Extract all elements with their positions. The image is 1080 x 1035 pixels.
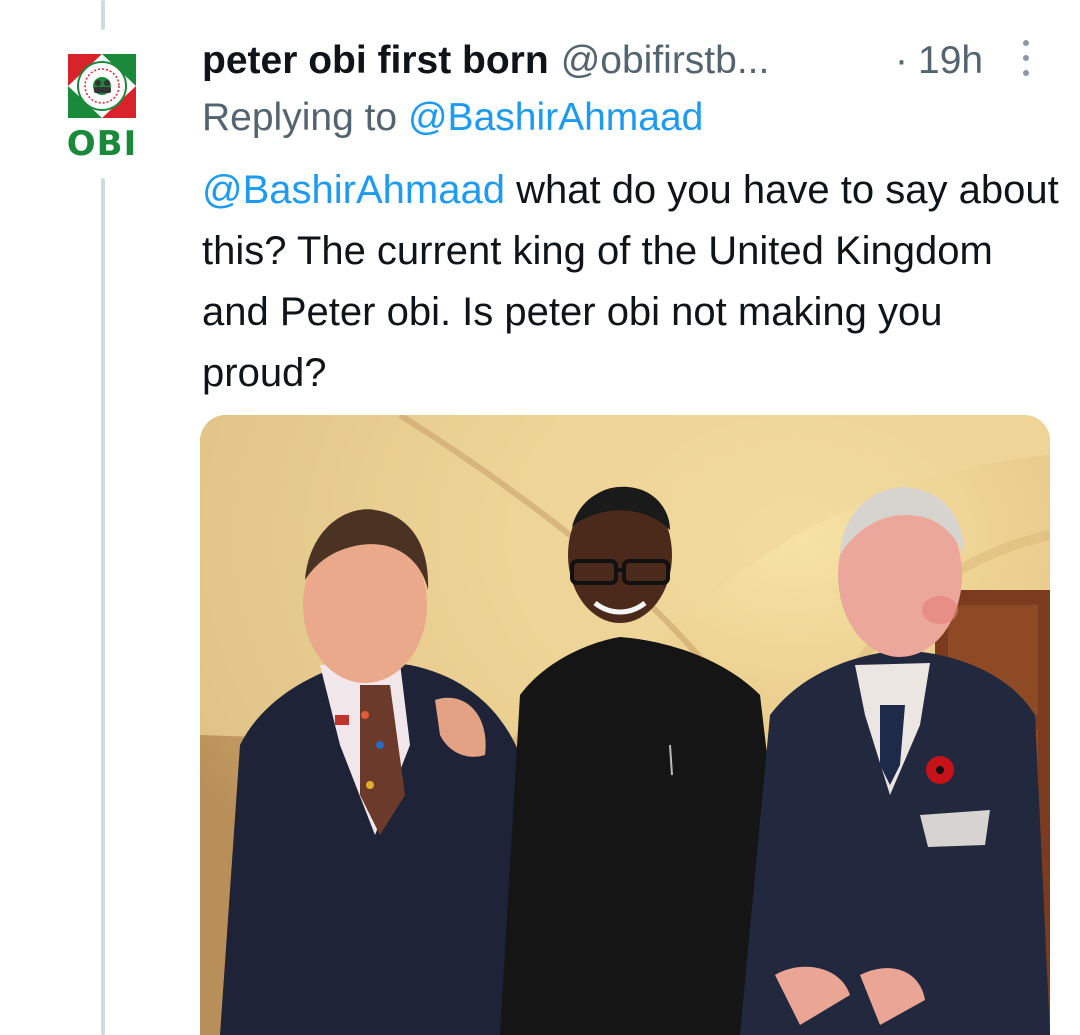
tweet-header: peter obi first born @obifirstb...	[202, 36, 769, 86]
tweet-timestamp[interactable]: · 19h	[895, 36, 983, 86]
tweet-photo[interactable]	[200, 415, 1050, 1035]
time-separator: ·	[895, 39, 908, 82]
replying-to: Replying to @BashirAhmaad	[202, 96, 703, 140]
labour-party-logo-icon	[60, 50, 144, 122]
time-label[interactable]: 19h	[918, 39, 983, 83]
thread-connector-top	[101, 0, 105, 30]
thread-connector	[101, 178, 105, 1035]
mention-link[interactable]: @BashirAhmaad	[202, 168, 505, 212]
avatar[interactable]: OBI	[60, 50, 144, 164]
replying-to-label: Replying to	[202, 96, 398, 139]
user-handle[interactable]: @obifirstb...	[561, 39, 770, 83]
replying-to-mention-link[interactable]: @BashirAhmaad	[408, 96, 703, 139]
photo-image	[200, 415, 1050, 1035]
tweet-text: @BashirAhmaad what do you have to say ab…	[202, 160, 1062, 404]
display-name[interactable]: peter obi first born	[202, 39, 549, 83]
avatar-label: OBI	[66, 124, 138, 164]
more-vertical-icon[interactable]	[1016, 38, 1036, 78]
